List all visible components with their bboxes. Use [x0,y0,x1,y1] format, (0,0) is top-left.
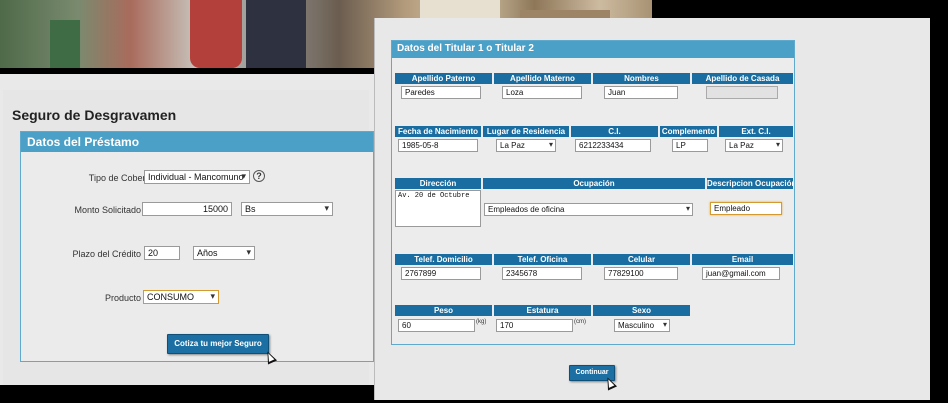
header-ext-ci: Ext. C.I. [719,126,793,137]
cobertura-select[interactable]: Individual - Mancomuno [144,170,250,184]
estatura-unit: (cm) [574,319,586,325]
photo-shape-apron [190,0,242,68]
fecha-nacimiento-field[interactable]: 1985-05-8 [398,139,478,152]
photo-shape-dark [246,0,306,68]
currency-select[interactable]: Bs [241,202,333,216]
nombres-field[interactable]: Juan [604,86,678,99]
holder-data-box: Datos del Titular 1 o Titular 2 Apellido… [391,40,795,345]
header-fecha-nacimiento: Fecha de Nacimiento [395,126,481,137]
ocupacion-select[interactable]: Empleados de oficina [484,203,693,216]
descripcion-ocupacion-field[interactable]: Empleado [710,202,782,215]
page-title: Seguro de Desgravamen [12,107,177,123]
header-complemento: Complemento [660,126,717,137]
telef-oficina-field[interactable]: 2345678 [502,267,582,280]
header-apellido-materno: Apellido Materno [494,73,591,84]
header-descripcion-ocupacion: Descripcion Ocupación [707,178,793,189]
estatura-field[interactable]: 170 [496,319,573,332]
telef-domicilio-field[interactable]: 2767899 [401,267,481,280]
celular-field[interactable]: 77829100 [604,267,678,280]
plazo-input[interactable]: 20 [144,246,180,260]
peso-field[interactable]: 60 [398,319,475,332]
header-apellido-casada: Apellido de Casada [692,73,793,84]
header-ocupacion: Ocupación [483,178,705,189]
producto-select[interactable]: CONSUMO [143,290,219,304]
header-lugar-residencia: Lugar de Residencia [483,126,569,137]
holder-box-title: Datos del Titular 1 o Titular 2 [392,41,794,58]
header-direccion: Dirección [395,178,481,189]
lugar-residencia-select[interactable]: La Paz [496,139,556,152]
email-field[interactable]: juan@gmail.com [702,267,780,280]
plazo-label: Plazo del Crédito [72,249,141,259]
producto-label: Producto [104,293,141,303]
loan-data-box: Datos del Préstamo Tipo de Cobertura Ind… [20,131,374,365]
header-estatura: Estatura [494,305,591,316]
complemento-field[interactable]: LP [672,139,708,152]
header-email: Email [692,254,793,265]
black-bottom-strip [0,385,376,403]
loan-box-title: Datos del Préstamo [21,132,373,152]
monto-label: Monto Solicitado [74,205,141,215]
black-corner [652,0,948,18]
direccion-textarea[interactable]: Av. 20 de Octubre [395,190,481,227]
header-celular: Celular [593,254,690,265]
plazo-unit-select[interactable]: Años [193,246,255,260]
header-telef-oficina: Telef. Oficina [494,254,591,265]
monto-input[interactable]: 15000 [142,202,232,216]
ci-field[interactable]: 6212233434 [575,139,651,152]
photo-shape-green [50,20,80,68]
header-sexo: Sexo [593,305,690,316]
ext-ci-select[interactable]: La Paz [725,139,783,152]
help-icon[interactable]: ? [253,170,265,182]
apellido-materno-field[interactable]: Loza [502,86,582,99]
apellido-casada-field[interactable] [706,86,778,99]
header-nombres: Nombres [593,73,690,84]
header-telef-domicilio: Telef. Domicilio [395,254,492,265]
header-apellido-paterno: Apellido Paterno [395,73,492,84]
sexo-select[interactable]: Masculino [614,319,670,332]
header-peso: Peso [395,305,492,316]
screenshot-stage: Seguro de Desgravamen Datos del Préstamo… [0,0,948,403]
quote-button[interactable]: Cotiza tu mejor Seguro [167,334,269,354]
header-ci: C.I. [571,126,658,137]
apellido-paterno-field[interactable]: Paredes [401,86,481,99]
peso-unit: (kg) [476,319,487,325]
holder-form-panel: Datos del Titular 1 o Titular 2 Apellido… [374,18,930,400]
